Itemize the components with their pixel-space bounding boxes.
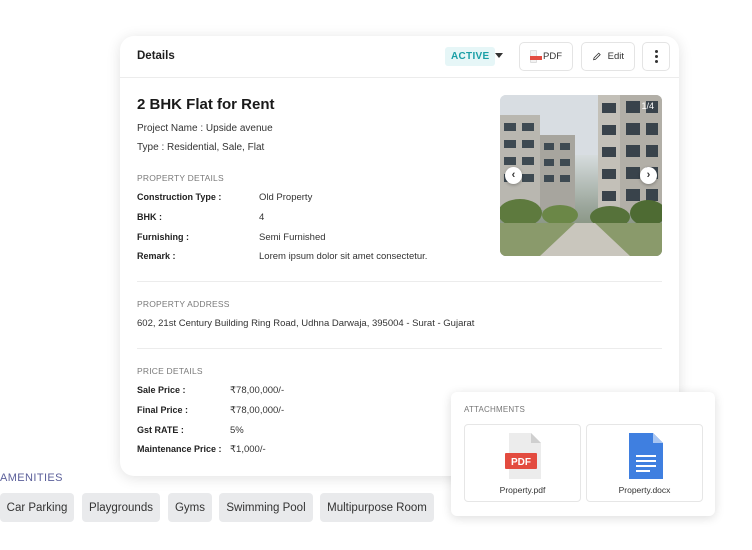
detail-value: Old Property: [259, 192, 313, 203]
property-type: Type : Residential, Sale, Flat: [137, 142, 265, 153]
price-label: Maintenance Price :: [137, 444, 222, 454]
property-details-label: PROPERTY DETAILS: [137, 173, 224, 183]
attachments-card: ATTACHMENTS PDF Property.pdf Property.do…: [451, 392, 715, 516]
more-vertical-icon: [654, 50, 658, 63]
status-badge[interactable]: ACTIVE: [445, 47, 496, 66]
price-value: 5%: [230, 425, 244, 436]
listing-title: 2 BHK Flat for Rent: [137, 96, 275, 113]
pdf-badge-text: PDF: [511, 457, 531, 468]
amenity-chip[interactable]: Multipurpose Room: [320, 493, 434, 522]
detail-value: Semi Furnished: [259, 232, 326, 243]
price-value: ₹78,00,000/-: [230, 385, 285, 396]
detail-label: Construction Type :: [137, 192, 222, 202]
detail-value: Lorem ipsum dolor sit amet consectetur.: [259, 251, 428, 262]
edit-button[interactable]: Edit: [581, 42, 635, 71]
amenities-label: AMENITIES: [0, 472, 63, 484]
price-label: Sale Price :: [137, 385, 186, 395]
pdf-button[interactable]: PDF: [519, 42, 573, 71]
amenity-chip[interactable]: Gyms: [168, 493, 212, 522]
attachment-pdf[interactable]: PDF Property.pdf: [464, 424, 581, 502]
attachment-file-name: Property.pdf: [499, 485, 546, 495]
amenity-chip[interactable]: Swimming Pool: [219, 493, 313, 522]
pdf-file-icon: PDF: [505, 433, 541, 479]
detail-label: Remark :: [137, 251, 176, 261]
property-image-carousel[interactable]: 1/4 ‹ ›: [500, 95, 662, 256]
building-photo: [500, 95, 662, 256]
project-name: Project Name : Upside avenue: [137, 123, 273, 134]
price-value: ₹78,00,000/-: [230, 405, 285, 416]
more-options-button[interactable]: [642, 42, 670, 71]
attachments-label: ATTACHMENTS: [464, 405, 526, 414]
chevron-down-icon[interactable]: [495, 53, 503, 58]
price-details-label: PRICE DETAILS: [137, 366, 203, 376]
divider: [137, 348, 662, 349]
property-address: 602, 21st Century Building Ring Road, Ud…: [137, 318, 475, 329]
property-address-label: PROPERTY ADDRESS: [137, 299, 230, 309]
detail-value: 4: [259, 212, 265, 223]
chevron-right-icon[interactable]: ›: [640, 167, 657, 184]
card-header: Details ACTIVE PDF Edit: [120, 36, 679, 78]
edit-button-label: Edit: [607, 51, 624, 62]
image-counter: 1/4: [641, 101, 654, 111]
price-label: Gst RATE :: [137, 425, 184, 435]
docx-file-icon: [629, 433, 663, 479]
chevron-left-icon[interactable]: ‹: [505, 167, 522, 184]
card-title: Details: [137, 50, 175, 62]
attachment-file-name: Property.docx: [618, 485, 671, 495]
divider: [137, 281, 662, 282]
attachment-docx[interactable]: Property.docx: [586, 424, 703, 502]
price-value: ₹1,000/-: [230, 444, 266, 455]
pencil-icon: [593, 52, 601, 61]
detail-label: Furnishing :: [137, 232, 189, 242]
pdf-icon: [530, 50, 542, 63]
amenity-chip[interactable]: Car Parking: [0, 493, 74, 522]
pdf-button-label: PDF: [543, 51, 562, 62]
amenity-chip[interactable]: Playgrounds: [82, 493, 160, 522]
price-label: Final Price :: [137, 405, 189, 415]
detail-label: BHK :: [137, 212, 162, 222]
